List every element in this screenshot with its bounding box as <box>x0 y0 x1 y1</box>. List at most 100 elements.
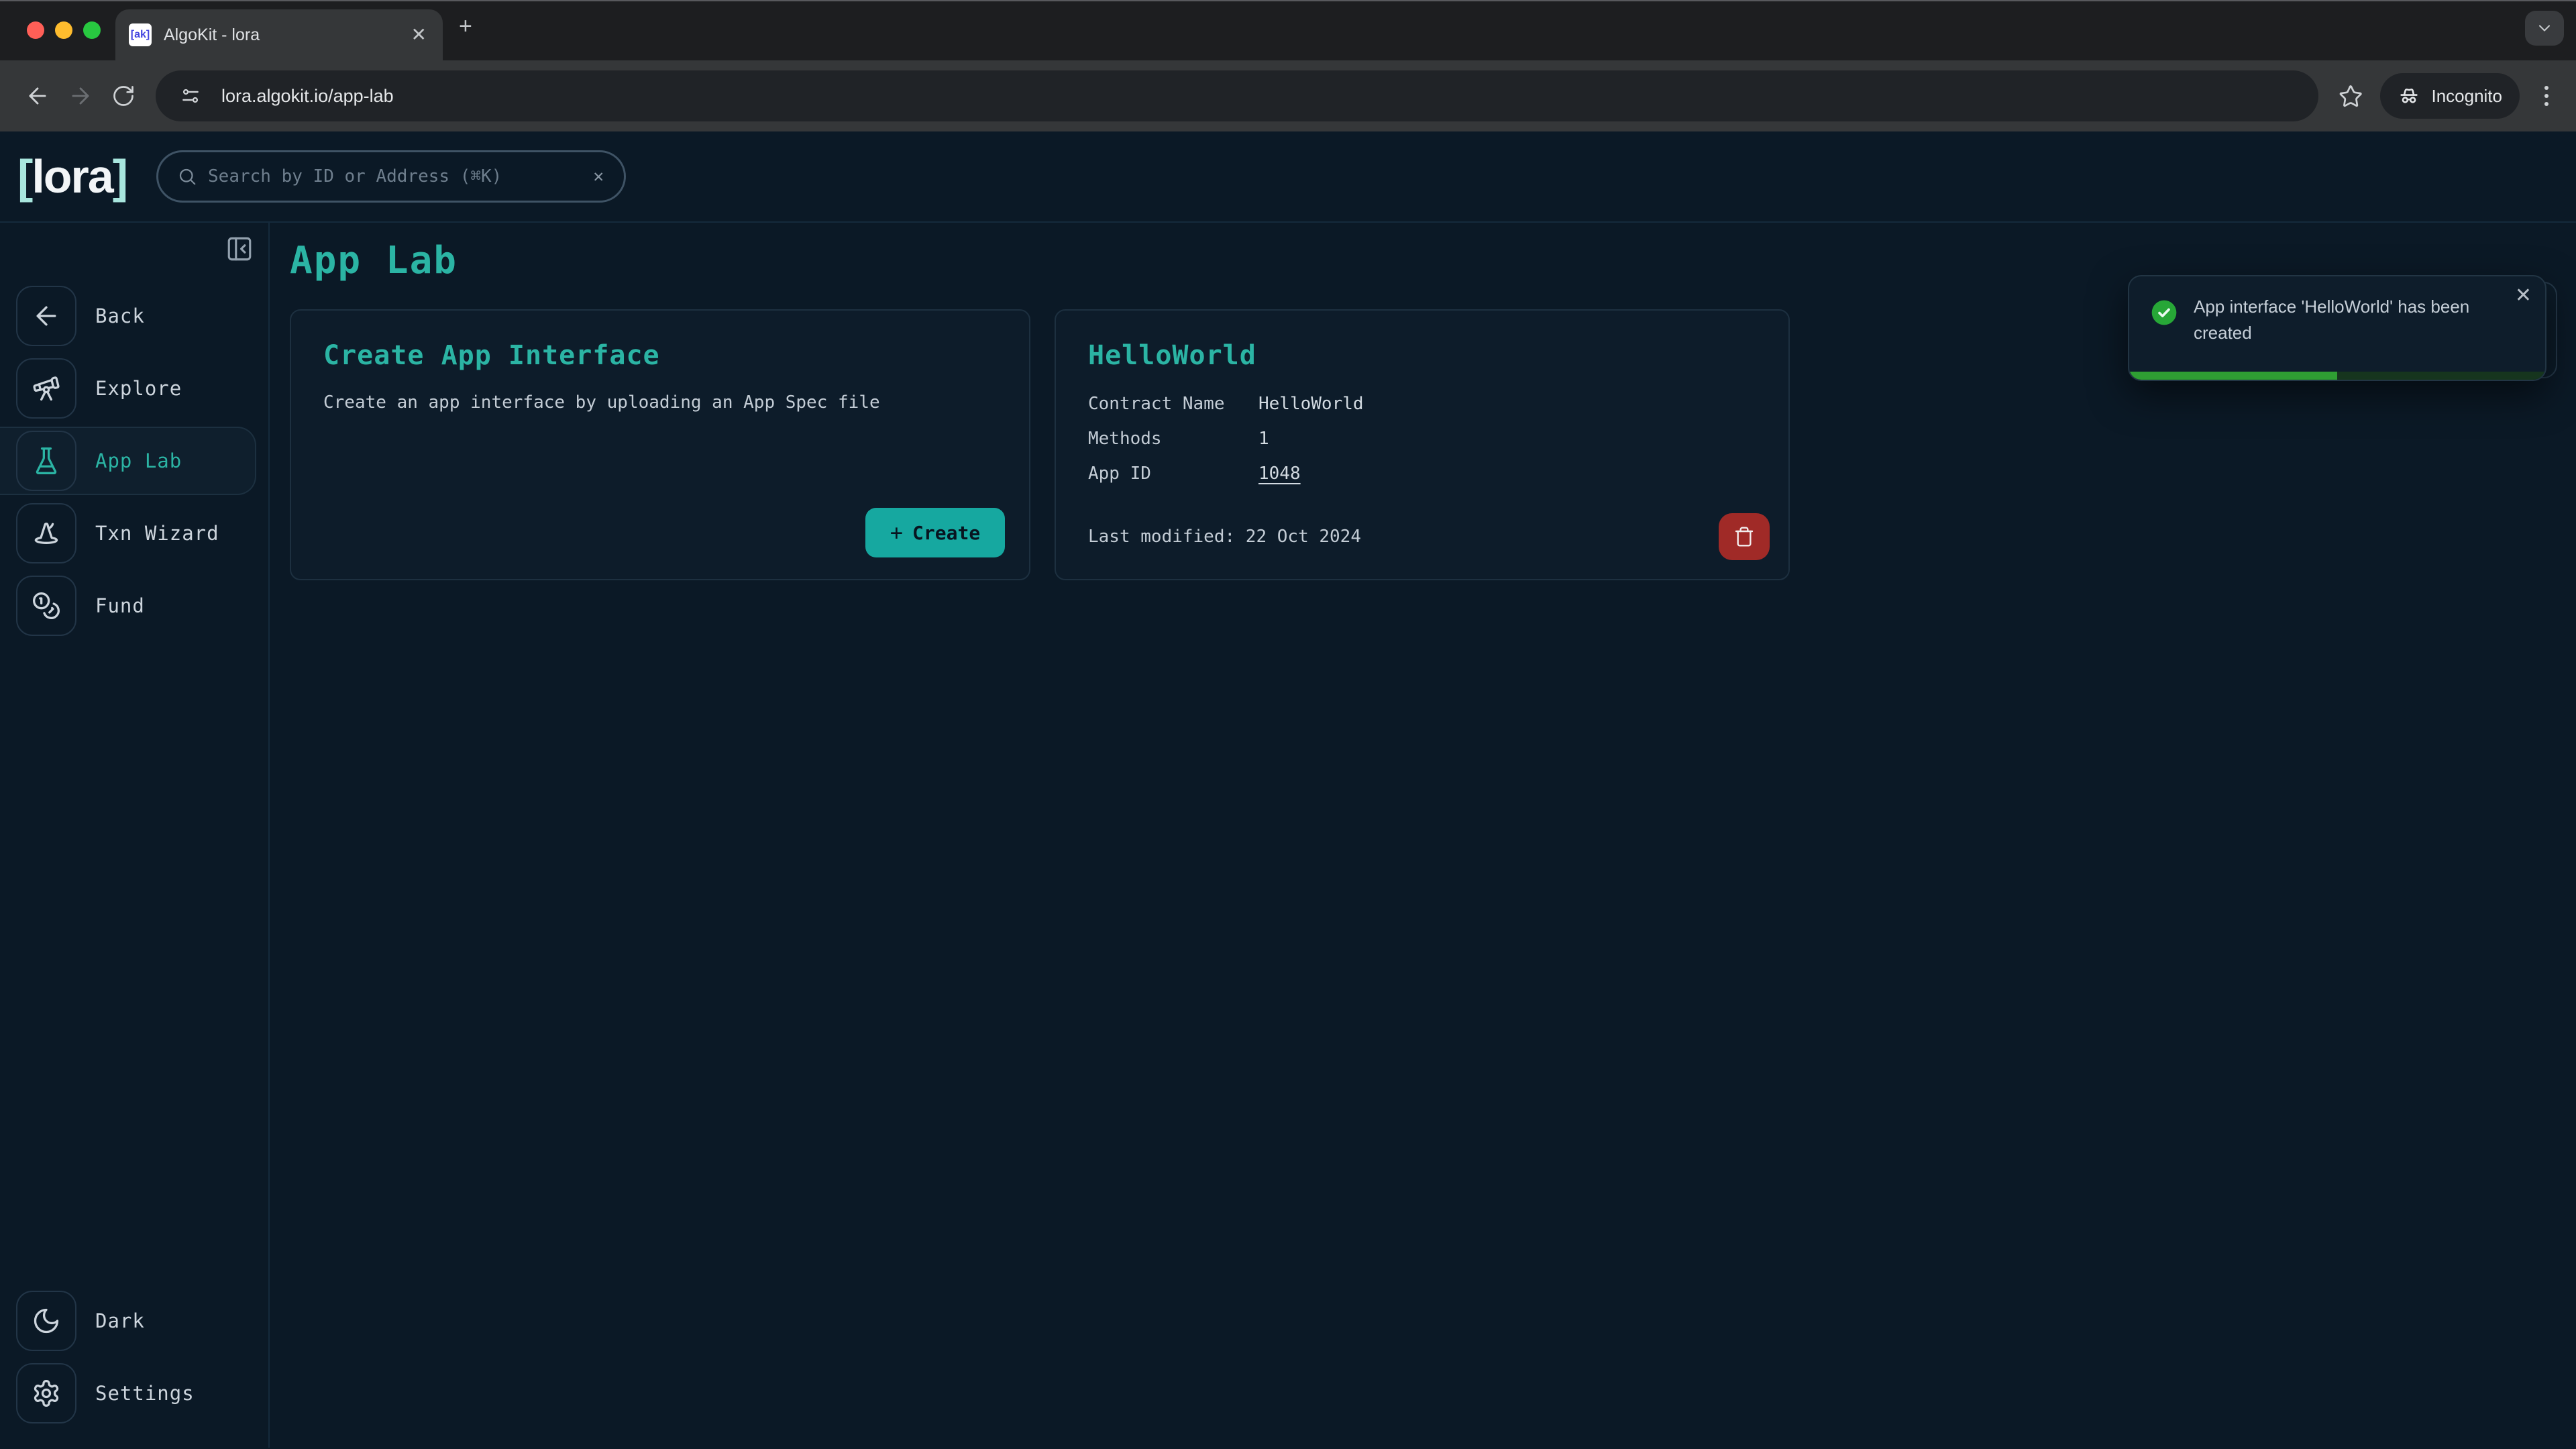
search-bar[interactable]: ✕ <box>156 150 626 203</box>
explore-icon-button[interactable] <box>16 358 76 419</box>
app-card-title: HelloWorld <box>1088 340 1762 371</box>
sidebar-nav: Back Explore App Lab <box>0 286 268 648</box>
sidebar-item-txn-wizard[interactable]: Txn Wizard <box>0 503 268 564</box>
delete-app-interface-button[interactable] <box>1719 513 1770 560</box>
back-button[interactable] <box>19 77 56 115</box>
trash-icon <box>1733 526 1755 547</box>
incognito-icon <box>2398 85 2420 107</box>
sidebar-item-settings[interactable]: Settings <box>0 1363 268 1424</box>
settings-icon-button[interactable] <box>16 1363 76 1424</box>
site-settings-icon[interactable] <box>172 77 209 115</box>
search-clear-icon[interactable]: ✕ <box>593 166 604 186</box>
toast-progress-fill <box>2129 372 2337 380</box>
card-title: Create App Interface <box>323 340 1002 371</box>
main-content: App Lab Create App Interface Create an a… <box>270 223 2576 1448</box>
row-label: Methods <box>1088 427 1258 450</box>
app-id-link[interactable]: 1048 <box>1258 462 1301 485</box>
window-zoom-button[interactable] <box>83 21 101 39</box>
sidebar-item-label: App Lab <box>95 449 182 472</box>
flask-icon <box>32 446 61 476</box>
toast-content: App interface 'HelloWorld' has been crea… <box>2129 276 2545 346</box>
row-value: HelloWorld <box>1258 392 1364 415</box>
row-label: App ID <box>1088 462 1258 485</box>
sidebar-item-back[interactable]: Back <box>0 286 268 346</box>
back-arrow-icon <box>25 83 50 109</box>
sidebar-item-label: Explore <box>95 377 182 400</box>
reload-icon <box>111 84 136 108</box>
moon-icon <box>32 1306 61 1336</box>
url-text: lora.algokit.io/app-lab <box>221 86 394 107</box>
bookmark-star-button[interactable] <box>2332 77 2369 115</box>
toast-progress-track <box>2129 372 2545 380</box>
arrow-left-icon <box>32 301 61 331</box>
app-card-rows: Contract Name HelloWorld Methods 1 App I… <box>1088 392 1762 485</box>
create-button[interactable]: + Create <box>865 508 1005 557</box>
screen: [ak] AlgoKit - lora ✕ + lora.algokit.io/… <box>0 0 2576 1449</box>
toast-close-icon[interactable]: ✕ <box>2515 286 2532 306</box>
app-lab-icon-button[interactable] <box>16 431 76 491</box>
browser-tab[interactable]: [ak] AlgoKit - lora ✕ <box>115 9 443 60</box>
address-bar[interactable]: lora.algokit.io/app-lab <box>156 70 2318 121</box>
tab-favicon: [ak] <box>129 23 152 46</box>
browser-tab-strip: [ak] AlgoKit - lora ✕ + <box>0 0 2576 60</box>
sidebar-item-fund[interactable]: Fund <box>0 576 268 636</box>
sidebar-item-theme-toggle[interactable]: Dark <box>0 1291 268 1351</box>
panel-collapse-icon <box>225 235 254 263</box>
forward-arrow-icon <box>68 83 93 109</box>
logo-bracket-left: [ <box>17 150 32 203</box>
sidebar: Back Explore App Lab <box>0 223 270 1448</box>
search-input[interactable] <box>197 166 593 186</box>
toast-message: App interface 'HelloWorld' has been crea… <box>2194 294 2505 346</box>
sidebar-item-explore[interactable]: Explore <box>0 358 268 419</box>
sidebar-item-label: Back <box>95 305 145 327</box>
row-label: Contract Name <box>1088 392 1258 415</box>
star-icon <box>2339 84 2363 108</box>
incognito-label: Incognito <box>2431 86 2502 107</box>
telescope-icon <box>32 374 61 403</box>
window-controls <box>27 21 101 39</box>
sidebar-item-label: Txn Wizard <box>95 522 219 545</box>
success-check-icon <box>2149 298 2179 327</box>
theme-icon-button[interactable] <box>16 1291 76 1351</box>
tab-search-button[interactable] <box>2525 11 2564 46</box>
search-icon <box>177 166 197 186</box>
table-row: Methods 1 <box>1088 427 1762 450</box>
row-value: 1 <box>1258 427 1269 450</box>
coins-icon <box>32 591 61 621</box>
app-card-footer: Last modified: 22 Oct 2024 <box>1088 513 1770 560</box>
logo-bracket-right: ] <box>113 150 127 203</box>
sidebar-item-label: Fund <box>95 594 145 617</box>
browser-menu-button[interactable] <box>2533 86 2560 106</box>
table-row: Contract Name HelloWorld <box>1088 392 1762 415</box>
window-close-button[interactable] <box>27 21 44 39</box>
sidebar-item-label: Dark <box>95 1309 145 1332</box>
sidebar-item-label: Settings <box>95 1382 195 1405</box>
tab-close-icon[interactable]: ✕ <box>409 23 429 47</box>
sidebar-collapse-button[interactable] <box>225 235 255 264</box>
gear-icon <box>32 1379 61 1408</box>
fund-icon-button[interactable] <box>16 576 76 636</box>
forward-button[interactable] <box>62 77 99 115</box>
browser-toolbar: lora.algokit.io/app-lab Incognito <box>0 60 2576 131</box>
app-header: [lora] ✕ <box>0 131 2576 223</box>
lora-logo: [lora] <box>17 150 127 203</box>
create-button-label: Create <box>912 522 980 544</box>
create-app-interface-card: Create App Interface Create an app inter… <box>290 309 1030 580</box>
chevron-down-icon <box>2535 19 2554 38</box>
plus-icon: + <box>890 520 903 545</box>
card-description: Create an app interface by uploading an … <box>323 392 1002 413</box>
txn-wizard-icon-button[interactable] <box>16 503 76 564</box>
sidebar-spacer <box>0 648 268 1291</box>
back-icon-button[interactable] <box>16 286 76 346</box>
window-minimize-button[interactable] <box>55 21 72 39</box>
logo-word: lora <box>32 150 112 203</box>
app-interface-card[interactable]: HelloWorld Contract Name HelloWorld Meth… <box>1055 309 1790 580</box>
tab-title: AlgoKit - lora <box>164 25 396 45</box>
new-tab-button[interactable]: + <box>459 15 472 38</box>
app-body: Back Explore App Lab <box>0 223 2576 1448</box>
incognito-badge: Incognito <box>2380 73 2520 119</box>
last-modified-text: Last modified: 22 Oct 2024 <box>1088 527 1361 547</box>
table-row: App ID 1048 <box>1088 462 1762 485</box>
reload-button[interactable] <box>105 77 142 115</box>
sidebar-item-app-lab[interactable]: App Lab <box>0 427 256 495</box>
